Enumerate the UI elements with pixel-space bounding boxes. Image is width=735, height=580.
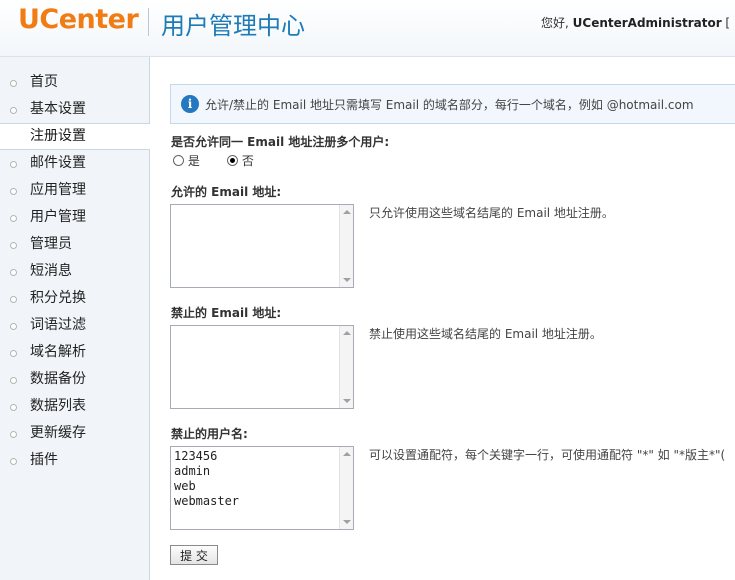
bullet-icon [10, 458, 17, 465]
banned-username-value: 123456 admin web webmaster [174, 449, 240, 508]
sidebar-item-label: 基本设置 [30, 101, 86, 117]
banned-username-hint: 可以设置通配符，每个关键字一行，可使用通配符 "*" 如 "*版主*"( [369, 448, 726, 462]
sidebar-item-label: 插件 [30, 452, 58, 468]
allowed-email-label: 允许的 Email 地址: [171, 185, 282, 199]
sidebar-item[interactable]: 首页 [0, 69, 149, 96]
sidebar-item[interactable]: 数据备份 [0, 366, 149, 393]
sidebar-item-label: 应用管理 [30, 182, 86, 198]
sidebar-item-label: 管理员 [30, 236, 72, 252]
radio-no-label: 否 [241, 154, 254, 168]
radio-yes-label: 是 [187, 154, 200, 168]
bullet-icon [10, 296, 17, 303]
sidebar-item[interactable]: 数据列表 [0, 393, 149, 420]
submit-button[interactable]: 提 交 [170, 545, 218, 565]
scroll-down-icon[interactable] [343, 278, 351, 282]
scroll-up-icon[interactable] [343, 452, 351, 456]
system-title: 用户管理中心 [161, 12, 305, 40]
radio-no-circle[interactable] [227, 155, 238, 166]
textarea-scrollbar[interactable] [339, 326, 353, 408]
textarea-scrollbar[interactable] [339, 205, 353, 287]
ucenter-logo[interactable]: UCenter [18, 4, 139, 35]
banned-username-label: 禁止的用户名: [171, 427, 248, 441]
greeting-suffix: [ [721, 16, 731, 30]
sidebar-item[interactable]: 更新缓存 [0, 420, 149, 447]
radio-yes[interactable]: 是 [173, 152, 200, 169]
sidebar-item[interactable]: 管理员 [0, 231, 149, 258]
banned-username-textarea[interactable]: 123456 admin web webmaster [170, 446, 354, 530]
sidebar-item[interactable]: 注册设置 [0, 123, 150, 150]
header: UCenter 用户管理中心 您好, UCenterAdministrator … [0, 0, 735, 57]
bullet-icon [10, 215, 17, 222]
sidebar-item-label: 用户管理 [30, 209, 86, 225]
radio-yes-circle[interactable] [173, 155, 184, 166]
info-icon: i [181, 95, 199, 113]
sidebar-item-label: 数据备份 [30, 371, 86, 387]
multi-email-label: 是否允许同一 Email 地址注册多个用户: [171, 135, 390, 149]
allowed-email-hint: 只允许使用这些域名结尾的 Email 地址注册。 [369, 206, 614, 220]
sidebar-item-label: 域名解析 [30, 344, 86, 360]
sidebar-item-label: 短消息 [30, 263, 72, 279]
sidebar-nav: 首页基本设置注册设置邮件设置应用管理用户管理管理员短消息积分兑换词语过滤域名解析… [0, 69, 150, 474]
sidebar-item-label: 注册设置 [30, 128, 86, 144]
bullet-icon [10, 323, 17, 330]
main-content: i 允许/禁止的 Email 地址只需填写 Email 的域名部分，每行一个域名… [150, 57, 735, 580]
greeting-prefix: 您好, [541, 16, 573, 30]
sidebar-item[interactable]: 用户管理 [0, 204, 149, 231]
sidebar-item-label: 更新缓存 [30, 425, 86, 441]
allowed-email-textarea[interactable] [170, 204, 354, 288]
bullet-icon [10, 242, 17, 249]
info-banner: i 允许/禁止的 Email 地址只需填写 Email 的域名部分，每行一个域名… [170, 84, 735, 124]
textarea-scrollbar[interactable] [339, 447, 353, 529]
bullet-icon [10, 188, 17, 195]
scroll-down-icon[interactable] [343, 399, 351, 403]
sidebar-item-label: 积分兑换 [30, 290, 86, 306]
sidebar-item[interactable]: 应用管理 [0, 177, 149, 204]
bullet-icon [10, 431, 17, 438]
username: UCenterAdministrator [572, 16, 722, 30]
bullet-icon [10, 80, 17, 87]
bullet-icon [10, 269, 17, 276]
sidebar-item-label: 词语过滤 [30, 317, 86, 333]
bullet-icon [10, 161, 17, 168]
bullet-icon [10, 107, 17, 114]
bullet-icon [10, 377, 17, 384]
sidebar-item[interactable]: 词语过滤 [0, 312, 149, 339]
header-divider [148, 8, 149, 36]
scroll-up-icon[interactable] [343, 210, 351, 214]
banned-email-label: 禁止的 Email 地址: [171, 306, 282, 320]
sidebar: 首页基本设置注册设置邮件设置应用管理用户管理管理员短消息积分兑换词语过滤域名解析… [0, 57, 150, 580]
banned-email-textarea[interactable] [170, 325, 354, 409]
sidebar-item[interactable]: 基本设置 [0, 96, 149, 123]
bullet-icon [10, 350, 17, 357]
banned-email-hint: 禁止使用这些域名结尾的 Email 地址注册。 [369, 327, 602, 341]
radio-no[interactable]: 否 [227, 152, 254, 169]
sidebar-item[interactable]: 积分兑换 [0, 285, 149, 312]
bullet-icon [10, 404, 17, 411]
sidebar-item-label: 首页 [30, 74, 58, 90]
info-text: 允许/禁止的 Email 地址只需填写 Email 的域名部分，每行一个域名，例… [205, 98, 694, 112]
sidebar-item-label: 邮件设置 [30, 155, 86, 171]
scroll-down-icon[interactable] [343, 520, 351, 524]
sidebar-item[interactable]: 短消息 [0, 258, 149, 285]
sidebar-item[interactable]: 邮件设置 [0, 150, 149, 177]
scroll-up-icon[interactable] [343, 331, 351, 335]
sidebar-item[interactable]: 插件 [0, 447, 149, 474]
sidebar-item[interactable]: 域名解析 [0, 339, 149, 366]
sidebar-item-label: 数据列表 [30, 398, 86, 414]
user-greeting: 您好, UCenterAdministrator [ [541, 14, 730, 31]
